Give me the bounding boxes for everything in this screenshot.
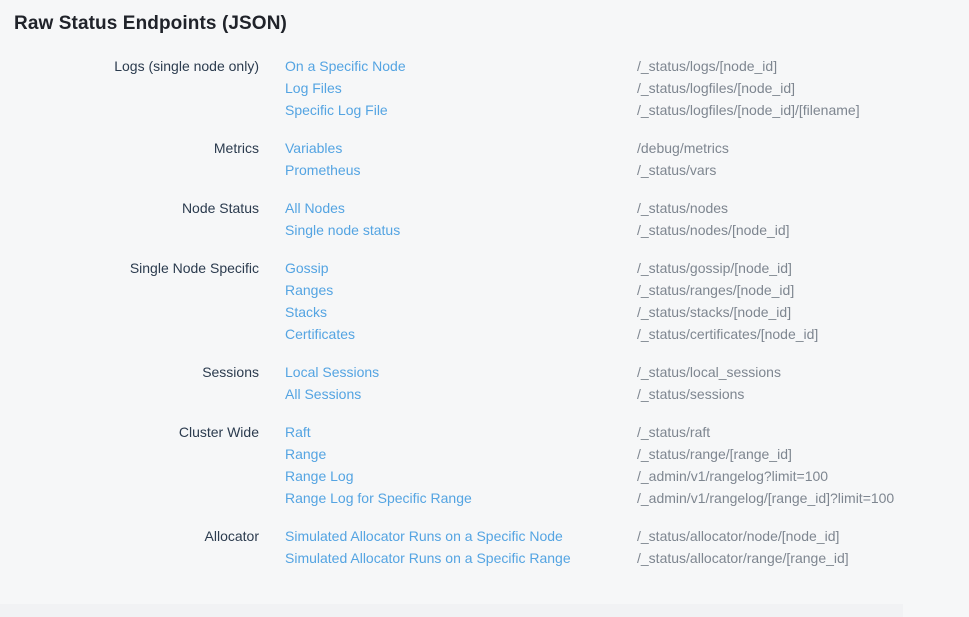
endpoint-row: Simulated Allocator Runs on a Specific R…: [259, 547, 969, 569]
endpoint-path: /_status/logfiles/[node_id]: [637, 77, 969, 99]
endpoint-link[interactable]: Ranges: [285, 279, 637, 301]
endpoint-path: /_admin/v1/rangelog/[range_id]?limit=100: [637, 487, 969, 509]
endpoint-path: /_status/ranges/[node_id]: [637, 279, 969, 301]
category-label: Metrics: [0, 137, 259, 181]
endpoint-link[interactable]: All Nodes: [285, 197, 637, 219]
section-rows: Raft /_status/raft Range /_status/range/…: [259, 421, 969, 509]
endpoint-link[interactable]: Log Files: [285, 77, 637, 99]
endpoint-row: Gossip /_status/gossip/[node_id]: [259, 257, 969, 279]
endpoint-link[interactable]: Gossip: [285, 257, 637, 279]
section-rows: Variables /debug/metrics Prometheus /_st…: [259, 137, 969, 181]
endpoint-path: /_status/local_sessions: [637, 361, 969, 383]
endpoint-path: /_status/stacks/[node_id]: [637, 301, 969, 323]
endpoint-path: /_status/gossip/[node_id]: [637, 257, 969, 279]
section-rows: All Nodes /_status/nodes Single node sta…: [259, 197, 969, 241]
endpoint-link[interactable]: Stacks: [285, 301, 637, 323]
category-label: Single Node Specific: [0, 257, 259, 345]
endpoint-row: Certificates /_status/certificates/[node…: [259, 323, 969, 345]
endpoint-link[interactable]: Simulated Allocator Runs on a Specific R…: [285, 547, 637, 569]
endpoint-path: /_status/allocator/node/[node_id]: [637, 525, 969, 547]
endpoint-path: /_status/logs/[node_id]: [637, 55, 969, 77]
endpoint-link[interactable]: Simulated Allocator Runs on a Specific N…: [285, 525, 637, 547]
endpoint-row: Raft /_status/raft: [259, 421, 969, 443]
endpoint-row: All Sessions /_status/sessions: [259, 383, 969, 405]
endpoint-link[interactable]: Range Log for Specific Range: [285, 487, 637, 509]
category-label: Node Status: [0, 197, 259, 241]
endpoint-section: Cluster Wide Raft /_status/raft Range /_…: [0, 421, 969, 509]
page-title: Raw Status Endpoints (JSON): [14, 14, 969, 34]
endpoint-path: /_status/certificates/[node_id]: [637, 323, 969, 345]
endpoint-row: Simulated Allocator Runs on a Specific N…: [259, 525, 969, 547]
endpoint-row: Single node status /_status/nodes/[node_…: [259, 219, 969, 241]
endpoint-path: /_status/raft: [637, 421, 969, 443]
endpoint-row: Ranges /_status/ranges/[node_id]: [259, 279, 969, 301]
endpoint-sections: Logs (single node only) On a Specific No…: [0, 55, 969, 569]
endpoint-row: Stacks /_status/stacks/[node_id]: [259, 301, 969, 323]
endpoint-row: Range Log /_admin/v1/rangelog?limit=100: [259, 465, 969, 487]
section-rows: On a Specific Node /_status/logs/[node_i…: [259, 55, 969, 121]
endpoint-link[interactable]: All Sessions: [285, 383, 637, 405]
endpoint-section: Node Status All Nodes /_status/nodes Sin…: [0, 197, 969, 241]
endpoint-section: Allocator Simulated Allocator Runs on a …: [0, 525, 969, 569]
endpoint-row: Range /_status/range/[range_id]: [259, 443, 969, 465]
endpoint-row: Prometheus /_status/vars: [259, 159, 969, 181]
section-rows: Gossip /_status/gossip/[node_id] Ranges …: [259, 257, 969, 345]
endpoint-row: On a Specific Node /_status/logs/[node_i…: [259, 55, 969, 77]
footer-strip: [0, 604, 903, 617]
endpoint-path: /_status/logfiles/[node_id]/[filename]: [637, 99, 969, 121]
endpoint-path: /_status/nodes/[node_id]: [637, 219, 969, 241]
endpoint-link[interactable]: Local Sessions: [285, 361, 637, 383]
endpoint-path: /_status/vars: [637, 159, 969, 181]
endpoint-link[interactable]: On a Specific Node: [285, 55, 637, 77]
endpoint-link[interactable]: Variables: [285, 137, 637, 159]
endpoint-link[interactable]: Certificates: [285, 323, 637, 345]
endpoint-row: All Nodes /_status/nodes: [259, 197, 969, 219]
endpoint-path: /_status/range/[range_id]: [637, 443, 969, 465]
endpoint-link[interactable]: Range: [285, 443, 637, 465]
category-label: Sessions: [0, 361, 259, 405]
endpoint-row: Range Log for Specific Range /_admin/v1/…: [259, 487, 969, 509]
category-label: Allocator: [0, 525, 259, 569]
endpoint-path: /_status/allocator/range/[range_id]: [637, 547, 969, 569]
section-rows: Simulated Allocator Runs on a Specific N…: [259, 525, 969, 569]
endpoint-section: Metrics Variables /debug/metrics Prometh…: [0, 137, 969, 181]
endpoint-section: Single Node Specific Gossip /_status/gos…: [0, 257, 969, 345]
endpoint-link[interactable]: Prometheus: [285, 159, 637, 181]
endpoint-section: Sessions Local Sessions /_status/local_s…: [0, 361, 969, 405]
endpoint-link[interactable]: Single node status: [285, 219, 637, 241]
section-rows: Local Sessions /_status/local_sessions A…: [259, 361, 969, 405]
endpoint-path: /_status/nodes: [637, 197, 969, 219]
endpoint-row: Log Files /_status/logfiles/[node_id]: [259, 77, 969, 99]
endpoint-row: Specific Log File /_status/logfiles/[nod…: [259, 99, 969, 121]
category-label: Cluster Wide: [0, 421, 259, 509]
endpoint-path: /debug/metrics: [637, 137, 969, 159]
category-label: Logs (single node only): [0, 55, 259, 121]
endpoint-path: /_status/sessions: [637, 383, 969, 405]
endpoint-link[interactable]: Specific Log File: [285, 99, 637, 121]
endpoint-row: Local Sessions /_status/local_sessions: [259, 361, 969, 383]
endpoint-link[interactable]: Raft: [285, 421, 637, 443]
endpoint-section: Logs (single node only) On a Specific No…: [0, 55, 969, 121]
endpoint-link[interactable]: Range Log: [285, 465, 637, 487]
endpoint-row: Variables /debug/metrics: [259, 137, 969, 159]
endpoint-path: /_admin/v1/rangelog?limit=100: [637, 465, 969, 487]
